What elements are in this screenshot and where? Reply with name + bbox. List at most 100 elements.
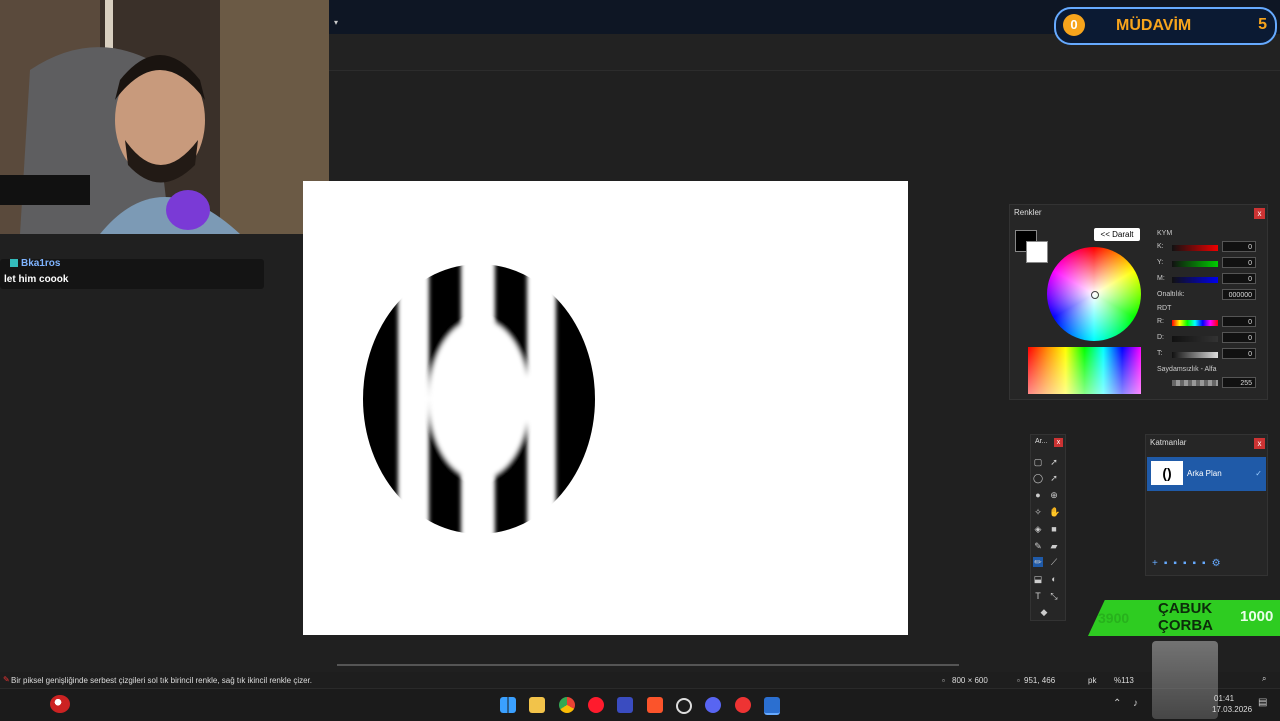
status-hint: Bir piksel genişliğinde serbest çizgiler… [11,676,313,685]
layers-panel: Katmanlar x () Arka Plan ✓ +▪▪▪▪▪⚙ [1145,434,1268,576]
m-input[interactable]: 0 [1222,273,1256,284]
clone-stamp-icon[interactable]: ⬓ [1033,574,1043,584]
eraser-icon[interactable]: ▰ [1049,541,1059,551]
windows-start-icon[interactable] [500,697,516,713]
tray-chevron-icon[interactable]: ⌃ [1113,698,1121,709]
promo-title-line1: ÇABUK [1158,600,1213,617]
layer-visibility-checkbox[interactable]: ✓ [1255,469,1262,478]
coin-badge: 0 [1063,14,1085,36]
close-tools-button[interactable]: x [1054,438,1063,447]
paint-bucket-icon[interactable]: ◈ [1033,524,1043,534]
layers-panel-title: Katmanlar [1150,438,1187,447]
menu-arrow-icon[interactable]: ▾ [334,18,338,27]
opera-icon[interactable] [588,697,604,713]
chatgpt-icon[interactable] [676,698,692,714]
ellipse-select-icon[interactable]: ● [1033,490,1043,500]
y-input[interactable]: 0 [1222,257,1256,268]
layer-properties-icon[interactable]: ⚙ [1212,558,1227,569]
zoom-icon-status[interactable]: ⌕ [1262,674,1266,684]
d-slider[interactable] [1172,336,1218,342]
pencil-icon[interactable]: ✏ [1033,557,1043,567]
color-wheel-cursor [1091,291,1099,299]
webcam-feed [0,0,329,234]
colors-panel-title: Renkler [1014,208,1042,217]
canvas-drawing [363,264,595,534]
k-slider[interactable] [1172,245,1218,251]
close-colors-button[interactable]: x [1254,208,1265,219]
color-wheel[interactable] [1047,247,1141,341]
pan-icon[interactable]: ✋ [1049,507,1060,517]
promo-overlay: 3900 ÇABUK ÇORBA 1000 [1088,598,1280,638]
color-picker-icon[interactable]: ⟋ [1049,557,1059,567]
layer-thumbnail: () [1151,461,1183,485]
add-layer-icon[interactable]: + [1152,558,1164,569]
r-slider[interactable] [1172,320,1218,326]
k-label: K: [1157,243,1164,250]
cursor-icon: ▫ [1017,676,1020,685]
line-curve-icon[interactable]: ⤡ [1049,591,1059,601]
collapse-button[interactable]: << Daralt [1094,228,1140,241]
zoom-level[interactable]: %113 [1114,676,1134,685]
color-palette[interactable] [1028,347,1141,394]
r-label: R: [1157,318,1164,325]
y-slider[interactable] [1172,261,1218,267]
chat-username: Bka1ros [10,258,60,269]
lasso-icon[interactable]: ◯ [1033,473,1043,483]
discord-icon[interactable] [705,697,721,713]
brave-icon[interactable] [647,697,663,713]
alpha-input[interactable]: 255 [1222,377,1256,388]
magic-wand-icon[interactable]: ✧ [1033,507,1043,517]
duplicate-layer-icon[interactable]: ▪ [1173,558,1183,569]
mic-icon[interactable]: ♪ [1133,698,1138,709]
promo-left-number: 3900 [1098,610,1130,626]
app-red-icon[interactable] [735,697,751,713]
alpha-label: Saydamsızlık - Alfa [1157,366,1217,373]
shapes-icon[interactable]: ◆ [1039,607,1049,617]
move-selection-icon[interactable]: ➚ [1049,457,1059,467]
promo-right-number: 1000 [1240,608,1274,625]
mudavim-label: MÜDAVİM [1116,17,1192,34]
layer-item[interactable]: () Arka Plan ✓ [1147,457,1266,491]
k-input[interactable]: 0 [1222,241,1256,252]
hex-input[interactable]: 000000 [1222,289,1256,300]
image-size-icon: ▫ [942,676,945,685]
m-slider[interactable] [1172,277,1218,283]
secondary-color-swatch[interactable] [1026,241,1048,263]
paintbrush-icon[interactable]: ✎ [1033,541,1043,551]
kym-section-label: KYM [1157,230,1173,237]
delete-layer-icon[interactable]: ▪ [1164,558,1174,569]
layer-actions: +▪▪▪▪▪⚙ [1152,558,1227,569]
zoom-icon[interactable]: ⊕ [1049,490,1059,500]
alpha-slider[interactable] [1172,380,1218,386]
tools-panel-title: Ar... [1035,438,1048,445]
text-icon[interactable]: T [1033,591,1043,601]
unit-selector[interactable]: pk [1088,676,1096,685]
t-slider[interactable] [1172,352,1218,358]
chrome-icon[interactable] [559,697,575,713]
clock-date: 17.03.2026 [1212,705,1253,714]
d-label: D: [1157,334,1164,341]
file-explorer-icon[interactable] [529,697,545,713]
t-label: T: [1157,350,1163,357]
image-size: 800 × 600 [952,676,988,685]
mudavim-count: 5 [1258,16,1267,33]
mudavim-overlay: 0 MÜDAVİM 5 [1054,7,1277,45]
d-input[interactable]: 0 [1222,332,1256,343]
move-up-icon[interactable]: ▪ [1192,558,1202,569]
t-input[interactable]: 0 [1222,348,1256,359]
app-f-icon[interactable] [617,697,633,713]
move-pixels-icon[interactable]: ➚ [1049,473,1059,483]
move-down-icon[interactable]: ▪ [1202,558,1212,569]
close-layers-button[interactable]: x [1254,438,1265,449]
notification-icon[interactable]: ▤ [1258,697,1267,708]
r-input[interactable]: 0 [1222,316,1256,327]
drawing-canvas[interactable] [303,181,908,635]
recolor-icon[interactable]: ◐ [1049,574,1059,584]
rectangle-select-icon[interactable]: ▢ [1033,457,1043,467]
promo-title: ÇABUK ÇORBA [1158,600,1213,634]
colors-panel: Renkler x << Daralt KYM K: 0 Y: 0 M: 0 O… [1009,204,1268,400]
gradient-icon[interactable]: ■ [1049,524,1059,534]
chat-area: Bka1ros let him coook [0,234,329,660]
paintdotnet-icon[interactable] [764,697,780,715]
horizontal-scrollbar[interactable] [337,664,959,666]
